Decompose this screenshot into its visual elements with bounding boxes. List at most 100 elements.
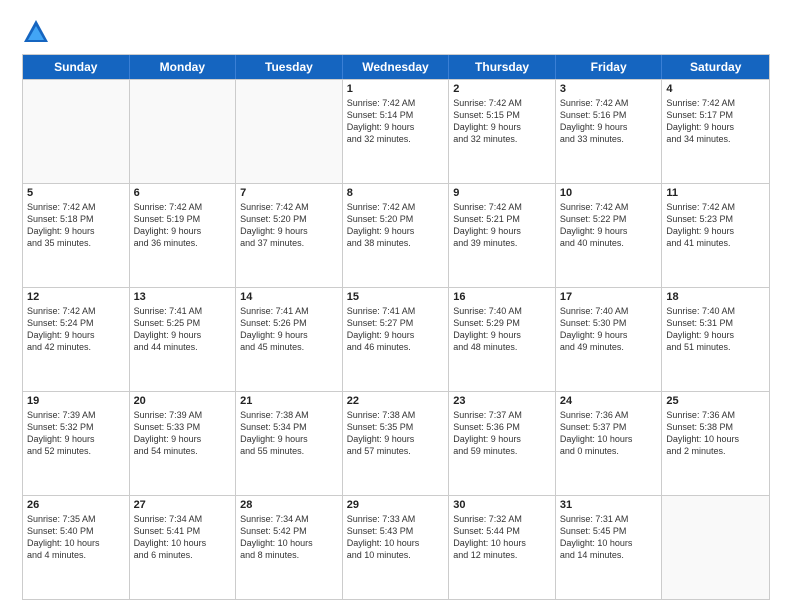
day-number: 23: [453, 395, 551, 407]
day-number: 18: [666, 291, 765, 303]
cell-info-line-0: Sunrise: 7:42 AM: [27, 305, 125, 317]
day-number: 31: [560, 499, 658, 511]
day-number: 11: [666, 187, 765, 199]
header-day-saturday: Saturday: [662, 55, 769, 79]
cell-info-line-3: and 49 minutes.: [560, 341, 658, 353]
cell-info-line-1: Sunset: 5:41 PM: [134, 525, 232, 537]
cell-info-line-3: and 39 minutes.: [453, 237, 551, 249]
day-number: 8: [347, 187, 445, 199]
cell-info-line-2: Daylight: 9 hours: [347, 225, 445, 237]
cell-info-line-1: Sunset: 5:42 PM: [240, 525, 338, 537]
day-number: 4: [666, 83, 765, 95]
day-cell-21: 21Sunrise: 7:38 AMSunset: 5:34 PMDayligh…: [236, 392, 343, 495]
calendar-header: SundayMondayTuesdayWednesdayThursdayFrid…: [23, 55, 769, 79]
cell-info-line-3: and 45 minutes.: [240, 341, 338, 353]
day-number: 13: [134, 291, 232, 303]
day-cell-30: 30Sunrise: 7:32 AMSunset: 5:44 PMDayligh…: [449, 496, 556, 599]
cell-info-line-2: Daylight: 10 hours: [134, 537, 232, 549]
day-cell-14: 14Sunrise: 7:41 AMSunset: 5:26 PMDayligh…: [236, 288, 343, 391]
cell-info-line-3: and 38 minutes.: [347, 237, 445, 249]
cell-info-line-2: Daylight: 9 hours: [27, 329, 125, 341]
cell-info-line-0: Sunrise: 7:38 AM: [347, 409, 445, 421]
cell-info-line-2: Daylight: 9 hours: [453, 433, 551, 445]
cell-info-line-1: Sunset: 5:14 PM: [347, 109, 445, 121]
cell-info-line-3: and 33 minutes.: [560, 133, 658, 145]
cell-info-line-1: Sunset: 5:26 PM: [240, 317, 338, 329]
cell-info-line-3: and 44 minutes.: [134, 341, 232, 353]
cell-info-line-1: Sunset: 5:31 PM: [666, 317, 765, 329]
cell-info-line-2: Daylight: 9 hours: [240, 329, 338, 341]
cell-info-line-2: Daylight: 10 hours: [560, 537, 658, 549]
empty-cell-w0-c2: [236, 80, 343, 183]
cell-info-line-1: Sunset: 5:20 PM: [347, 213, 445, 225]
day-number: 12: [27, 291, 125, 303]
cell-info-line-1: Sunset: 5:15 PM: [453, 109, 551, 121]
cell-info-line-0: Sunrise: 7:41 AM: [347, 305, 445, 317]
day-cell-3: 3Sunrise: 7:42 AMSunset: 5:16 PMDaylight…: [556, 80, 663, 183]
empty-cell-w0-c1: [130, 80, 237, 183]
cell-info-line-1: Sunset: 5:33 PM: [134, 421, 232, 433]
cell-info-line-0: Sunrise: 7:38 AM: [240, 409, 338, 421]
day-number: 9: [453, 187, 551, 199]
cell-info-line-0: Sunrise: 7:42 AM: [666, 201, 765, 213]
cell-info-line-0: Sunrise: 7:40 AM: [560, 305, 658, 317]
day-number: 25: [666, 395, 765, 407]
cell-info-line-1: Sunset: 5:18 PM: [27, 213, 125, 225]
cell-info-line-0: Sunrise: 7:39 AM: [134, 409, 232, 421]
cell-info-line-0: Sunrise: 7:42 AM: [27, 201, 125, 213]
cell-info-line-2: Daylight: 9 hours: [666, 225, 765, 237]
cell-info-line-1: Sunset: 5:16 PM: [560, 109, 658, 121]
day-cell-22: 22Sunrise: 7:38 AMSunset: 5:35 PMDayligh…: [343, 392, 450, 495]
day-cell-10: 10Sunrise: 7:42 AMSunset: 5:22 PMDayligh…: [556, 184, 663, 287]
cell-info-line-2: Daylight: 10 hours: [560, 433, 658, 445]
cell-info-line-1: Sunset: 5:34 PM: [240, 421, 338, 433]
cell-info-line-3: and 57 minutes.: [347, 445, 445, 457]
cell-info-line-2: Daylight: 9 hours: [134, 329, 232, 341]
cell-info-line-3: and 37 minutes.: [240, 237, 338, 249]
cell-info-line-3: and 36 minutes.: [134, 237, 232, 249]
calendar: SundayMondayTuesdayWednesdayThursdayFrid…: [22, 54, 770, 600]
cell-info-line-3: and 14 minutes.: [560, 549, 658, 561]
week-row-3: 12Sunrise: 7:42 AMSunset: 5:24 PMDayligh…: [23, 287, 769, 391]
cell-info-line-1: Sunset: 5:43 PM: [347, 525, 445, 537]
day-number: 2: [453, 83, 551, 95]
cell-info-line-3: and 42 minutes.: [27, 341, 125, 353]
cell-info-line-1: Sunset: 5:17 PM: [666, 109, 765, 121]
cell-info-line-0: Sunrise: 7:41 AM: [240, 305, 338, 317]
day-number: 22: [347, 395, 445, 407]
cell-info-line-3: and 12 minutes.: [453, 549, 551, 561]
cell-info-line-3: and 2 minutes.: [666, 445, 765, 457]
cell-info-line-3: and 4 minutes.: [27, 549, 125, 561]
cell-info-line-2: Daylight: 10 hours: [240, 537, 338, 549]
day-number: 10: [560, 187, 658, 199]
day-cell-25: 25Sunrise: 7:36 AMSunset: 5:38 PMDayligh…: [662, 392, 769, 495]
cell-info-line-1: Sunset: 5:38 PM: [666, 421, 765, 433]
cell-info-line-0: Sunrise: 7:42 AM: [666, 97, 765, 109]
cell-info-line-3: and 35 minutes.: [27, 237, 125, 249]
cell-info-line-0: Sunrise: 7:42 AM: [347, 201, 445, 213]
cell-info-line-0: Sunrise: 7:42 AM: [453, 97, 551, 109]
day-cell-11: 11Sunrise: 7:42 AMSunset: 5:23 PMDayligh…: [662, 184, 769, 287]
cell-info-line-0: Sunrise: 7:32 AM: [453, 513, 551, 525]
cell-info-line-0: Sunrise: 7:42 AM: [134, 201, 232, 213]
day-number: 20: [134, 395, 232, 407]
cell-info-line-0: Sunrise: 7:42 AM: [240, 201, 338, 213]
day-cell-4: 4Sunrise: 7:42 AMSunset: 5:17 PMDaylight…: [662, 80, 769, 183]
cell-info-line-0: Sunrise: 7:31 AM: [560, 513, 658, 525]
cell-info-line-0: Sunrise: 7:41 AM: [134, 305, 232, 317]
cell-info-line-1: Sunset: 5:35 PM: [347, 421, 445, 433]
cell-info-line-0: Sunrise: 7:36 AM: [560, 409, 658, 421]
day-number: 30: [453, 499, 551, 511]
cell-info-line-0: Sunrise: 7:42 AM: [453, 201, 551, 213]
cell-info-line-0: Sunrise: 7:40 AM: [453, 305, 551, 317]
cell-info-line-1: Sunset: 5:22 PM: [560, 213, 658, 225]
day-number: 3: [560, 83, 658, 95]
header-day-wednesday: Wednesday: [343, 55, 450, 79]
cell-info-line-2: Daylight: 9 hours: [453, 225, 551, 237]
cell-info-line-2: Daylight: 10 hours: [27, 537, 125, 549]
cell-info-line-2: Daylight: 10 hours: [666, 433, 765, 445]
day-number: 21: [240, 395, 338, 407]
day-cell-17: 17Sunrise: 7:40 AMSunset: 5:30 PMDayligh…: [556, 288, 663, 391]
day-cell-8: 8 Sunrise: 7:42 AMSunset: 5:20 PMDaylight…: [343, 184, 450, 287]
day-cell-12: 12Sunrise: 7:42 AMSunset: 5:24 PMDayligh…: [23, 288, 130, 391]
